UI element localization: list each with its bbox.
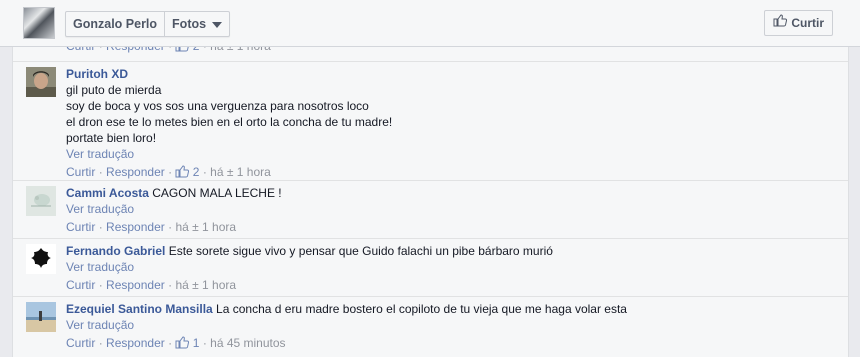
see-translation-link[interactable]: Ver tradução — [66, 318, 134, 332]
reply-link[interactable]: Responder — [106, 278, 165, 292]
comment-author[interactable]: Ezequiel Santino Mansilla — [66, 302, 213, 316]
profile-avatar[interactable] — [23, 7, 55, 39]
like-count[interactable]: 1 — [193, 336, 200, 350]
comment-item: Puritoh XD gil puto de mierda soy de boc… — [13, 61, 848, 181]
comment-actions: Curtir · Responder · há ± 1 hora — [66, 278, 237, 292]
like-page-label: Curtir — [791, 16, 824, 30]
comment-author[interactable]: Fernando Gabriel — [66, 244, 165, 258]
page-header: Gonzalo Perlo Fotos Curtir — [0, 0, 860, 47]
comment-text-line: soy de boca y vos sos una verguenza para… — [66, 99, 369, 113]
chevron-down-icon — [212, 21, 223, 28]
comment-author[interactable]: Puritoh XD — [66, 67, 128, 81]
like-page-button[interactable]: Curtir — [764, 10, 833, 36]
timestamp[interactable]: há ± 1 hora — [175, 278, 236, 292]
comment-item: Ezequiel Santino Mansilla La concha d er… — [13, 296, 848, 357]
comment-text: La concha d eru madre bostero el copilot… — [216, 302, 627, 316]
timestamp[interactable]: há ± 1 hora — [210, 165, 271, 179]
avatar[interactable] — [26, 302, 56, 332]
thumbs-up-icon — [175, 336, 190, 353]
like-link[interactable]: Curtir — [66, 336, 95, 350]
timestamp[interactable]: há 45 minutos — [210, 336, 285, 350]
like-count[interactable]: 2 — [193, 165, 200, 179]
avatar[interactable] — [26, 244, 56, 274]
profile-name-button[interactable]: Gonzalo Perlo — [66, 12, 164, 36]
comment-item: Cammi Acosta CAGON MALA LECHE ! Ver trad… — [13, 180, 848, 239]
reply-link[interactable]: Responder — [106, 220, 165, 234]
comment-text-line: el dron ese te lo metes bien en el orto … — [66, 115, 393, 129]
comment-author[interactable]: Cammi Acosta — [66, 186, 149, 200]
breadcrumb: Gonzalo Perlo Fotos — [65, 11, 231, 37]
thumbs-up-icon — [773, 11, 788, 35]
comments-panel: Curtir · Responder · 2 · há ± 1 hora Pur… — [12, 26, 849, 357]
like-link[interactable]: Curtir — [66, 165, 95, 179]
timestamp[interactable]: há ± 1 hora — [175, 220, 236, 234]
comment-text: Este sorete sigue vivo y pensar que Guid… — [168, 244, 553, 258]
comment-text: CAGON MALA LECHE ! — [152, 186, 282, 200]
comment-item: Fernando Gabriel Este sorete sigue vivo … — [13, 238, 848, 297]
avatar[interactable] — [26, 67, 56, 97]
see-translation-link[interactable]: Ver tradução — [66, 260, 134, 274]
comment-actions: Curtir · Responder · há ± 1 hora — [66, 220, 237, 234]
like-link[interactable]: Curtir — [66, 220, 95, 234]
reply-link[interactable]: Responder — [106, 165, 165, 179]
reply-link[interactable]: Responder — [106, 336, 165, 350]
comment-text-line: gil puto de mierda — [66, 83, 162, 97]
comment-text-line: portate bien loro! — [66, 131, 157, 145]
like-link[interactable]: Curtir — [66, 278, 95, 292]
see-translation-link[interactable]: Ver tradução — [66, 147, 134, 161]
see-translation-link[interactable]: Ver tradução — [66, 202, 134, 216]
photos-dropdown-button[interactable]: Fotos — [164, 12, 229, 36]
avatar[interactable] — [26, 186, 56, 216]
comment-actions: Curtir · Responder · 1 · há 45 minutos — [66, 335, 838, 353]
